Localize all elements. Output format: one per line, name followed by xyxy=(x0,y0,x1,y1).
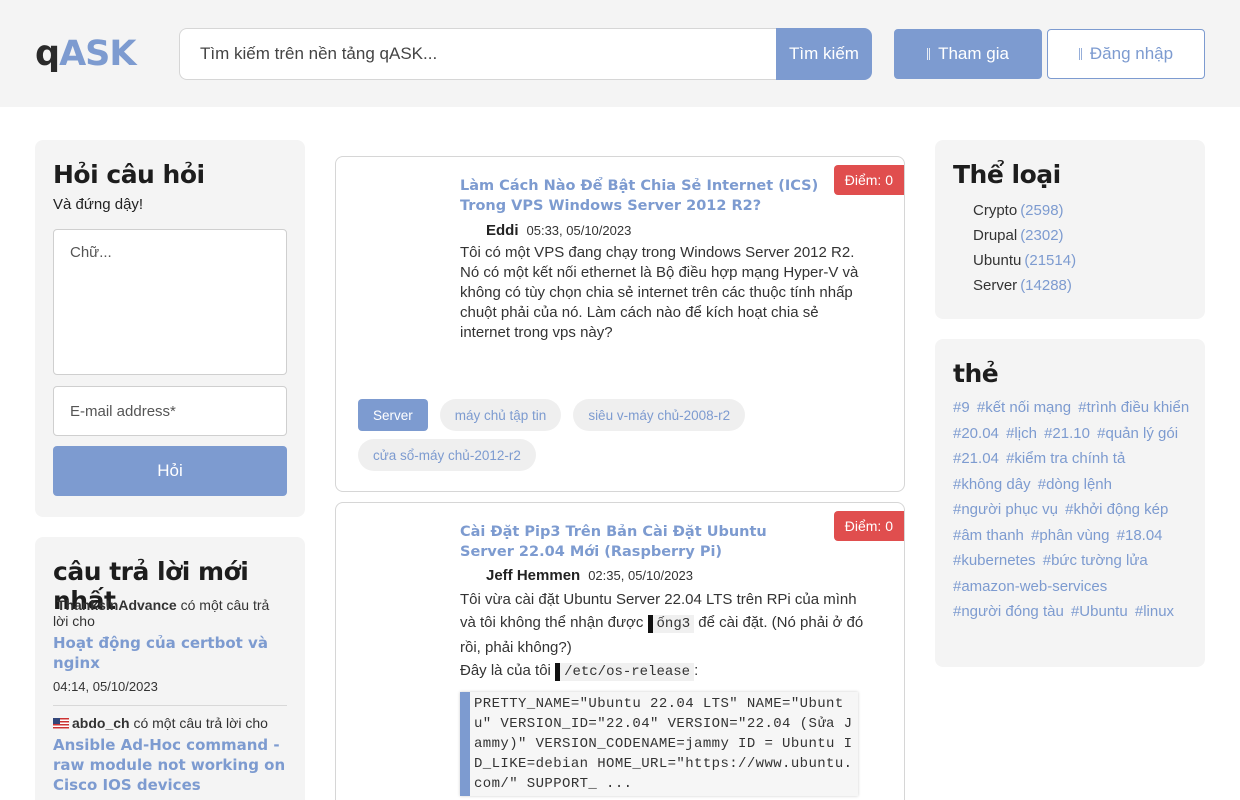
question-card: Điểm: 0 Cài Đặt Pip3 Trên Bản Cài Đặt Ub… xyxy=(335,502,905,800)
tag-cloud-link[interactable]: #Ubuntu xyxy=(1071,603,1128,620)
categories-title: Thể loại xyxy=(953,160,1061,189)
tag-row: cửa sổ-máy chủ-2012-r2 xyxy=(358,439,536,471)
tag-cloud-link[interactable]: #trình điều khiển xyxy=(1078,399,1189,416)
tag-cloud-link[interactable]: #kiểm tra chính tả xyxy=(1006,450,1125,467)
tag-cloud-link[interactable]: #21.04 xyxy=(953,450,999,467)
tag-row: Server máy chủ tập tin siêu v-máy chủ-20… xyxy=(358,399,746,431)
join-button-label: Tham gia xyxy=(938,44,1009,63)
tag-cloud-link[interactable]: #kubernetes xyxy=(953,552,1036,569)
category-list: Crypto (2598) Drupal (2302) Ubuntu (21514) … xyxy=(973,202,1076,302)
question-time: 05:33, 05/10/2023 xyxy=(526,223,632,238)
tag-cloud-link[interactable]: #kết nối mạng xyxy=(977,399,1071,416)
answer-time: 04:14, 05/10/2023 xyxy=(53,679,158,694)
latest-answer-item: abdo_ch có một câu trả lời cho Ansible A… xyxy=(53,715,287,795)
question-text-field[interactable] xyxy=(53,229,287,375)
inline-code: ống3 xyxy=(647,615,695,633)
tag-cloud-link[interactable]: #9 xyxy=(953,399,970,416)
tag-cloud-link[interactable]: #lịch xyxy=(1006,425,1037,442)
question-excerpt: Tôi vừa cài đặt Ubuntu Server 22.04 LTS … xyxy=(460,588,870,684)
sign-in-icon xyxy=(1078,48,1082,60)
question-meta: Eddi 05:33, 05/10/2023 xyxy=(486,222,631,239)
question-title-link[interactable]: Làm Cách Nào Để Bật Chia Sẻ Internet (IC… xyxy=(460,176,820,216)
tag-cloud-link[interactable]: #dòng lệnh xyxy=(1038,476,1112,493)
ask-panel-subtitle: Và đứng dậy! xyxy=(53,196,144,213)
answer-question-link[interactable]: Ansible Ad-Hoc command - raw module not … xyxy=(53,735,287,795)
code-block: PRETTY_NAME="Ubuntu 22.04 LTS" NAME="Ubu… xyxy=(460,692,858,796)
tag-cloud-link[interactable]: #quản lý gói xyxy=(1097,425,1178,442)
tag-cloud-link[interactable]: #bức tường lửa xyxy=(1043,552,1148,569)
inline-code: /etc/os-release xyxy=(555,663,695,681)
ask-panel-title: Hỏi câu hỏi xyxy=(53,160,205,189)
author-name[interactable]: Eddi xyxy=(486,222,519,239)
author-name[interactable]: Jeff Hemmen xyxy=(486,567,580,584)
tag-cloud-link[interactable]: #20.04 xyxy=(953,425,999,442)
score-badge: Điểm: 0 xyxy=(833,511,904,541)
category-item[interactable]: Drupal (2302) xyxy=(973,227,1076,252)
category-count: (14288) xyxy=(1020,277,1072,294)
login-button-label: Đăng nhập xyxy=(1089,44,1174,63)
tag-cloud-link[interactable]: #không dây xyxy=(953,476,1031,493)
ask-question-panel: Hỏi câu hỏi Và đứng dậy! Hỏi xyxy=(35,140,305,517)
latest-answers-panel: câu trả lời mới nhất ThanksInAdvance có … xyxy=(35,537,305,800)
category-name: Server xyxy=(973,277,1018,294)
answer-user[interactable]: abdo_ch xyxy=(72,715,130,731)
tag-cloud-link[interactable]: #18.04 xyxy=(1117,527,1163,544)
question-card: Điểm: 0 Làm Cách Nào Để Bật Chia Sẻ Inte… xyxy=(335,156,905,492)
excerpt-text: : xyxy=(694,662,699,679)
tag-cloud-link[interactable]: #khởi động kép xyxy=(1065,501,1168,518)
tags-title: thẻ xyxy=(953,359,999,388)
search-input[interactable] xyxy=(179,28,777,80)
category-item[interactable]: Crypto (2598) xyxy=(973,202,1076,227)
site-header: qASK Tìm kiếm Tham gia Đăng nhập xyxy=(0,0,1240,107)
join-button[interactable]: Tham gia xyxy=(894,29,1042,79)
ask-submit-button[interactable]: Hỏi xyxy=(53,446,287,496)
login-button[interactable]: Đăng nhập xyxy=(1047,29,1205,79)
tag-cloud-link[interactable]: #âm thanh xyxy=(953,527,1024,544)
category-name: Ubuntu xyxy=(973,252,1022,269)
category-item[interactable]: Server (14288) xyxy=(973,277,1076,302)
answer-user[interactable]: ThanksInAdvance xyxy=(57,597,177,613)
score-badge: Điểm: 0 xyxy=(833,165,904,195)
category-name: Crypto xyxy=(973,202,1018,219)
tag-cloud-link[interactable]: #người phục vụ xyxy=(953,501,1058,518)
category-count: (2598) xyxy=(1020,202,1064,219)
divider xyxy=(53,705,287,706)
us-flag-icon xyxy=(53,718,69,729)
site-logo[interactable]: qASK xyxy=(35,34,136,74)
tag-cloud-link[interactable]: #phân vùng xyxy=(1031,527,1109,544)
category-name: Drupal xyxy=(973,227,1018,244)
answer-question-link[interactable]: Hoạt động của certbot và nginx xyxy=(53,633,287,673)
search-button[interactable]: Tìm kiếm xyxy=(776,28,872,80)
question-time: 02:35, 05/10/2023 xyxy=(588,568,694,583)
category-count: (2302) xyxy=(1020,227,1064,244)
tag-item[interactable]: siêu v-máy chủ-2008-r2 xyxy=(573,399,746,431)
tag-item[interactable]: máy chủ tập tin xyxy=(439,399,562,431)
category-item[interactable]: Ubuntu (21514) xyxy=(973,252,1076,277)
categories-panel: Thể loại Crypto (2598) Drupal (2302) Ubunt… xyxy=(935,140,1205,319)
tags-panel: thẻ #9 #kết nối mạng #trình điều khiển #… xyxy=(935,339,1205,667)
tag-cloud-link[interactable]: #21.10 xyxy=(1044,425,1090,442)
email-field[interactable] xyxy=(53,386,287,436)
question-meta: Jeff Hemmen 02:35, 05/10/2023 xyxy=(486,567,693,584)
tag-cloud: #9 #kết nối mạng #trình điều khiển #20.0… xyxy=(953,395,1193,625)
question-excerpt: Tôi có một VPS đang chạy trong Windows S… xyxy=(460,244,859,341)
question-title-link[interactable]: Cài Đặt Pip3 Trên Bản Cài Đặt Ubuntu Ser… xyxy=(460,522,820,562)
tag-cloud-link[interactable]: #người đóng tàu xyxy=(953,603,1064,620)
tag-cloud-link[interactable]: #amazon-web-services xyxy=(953,578,1107,595)
tag-category[interactable]: Server xyxy=(358,399,428,431)
user-plus-icon xyxy=(927,48,931,60)
latest-answer-item: ThanksInAdvance có một câu trả lời cho H… xyxy=(53,597,287,694)
tag-cloud-link[interactable]: #linux xyxy=(1135,603,1174,620)
tag-item[interactable]: cửa sổ-máy chủ-2012-r2 xyxy=(358,439,536,471)
excerpt-text: Đây là của tôi xyxy=(460,662,551,679)
answer-action: có một câu trả lời cho xyxy=(133,715,268,731)
category-count: (21514) xyxy=(1024,252,1077,269)
